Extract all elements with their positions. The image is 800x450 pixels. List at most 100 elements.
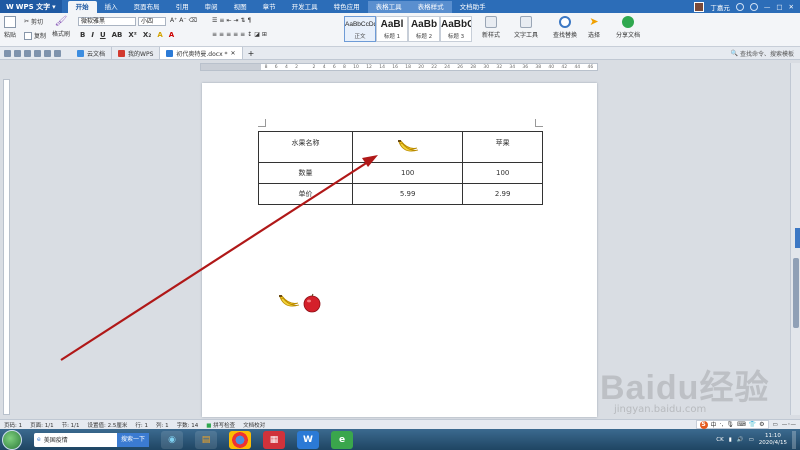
save-icon[interactable] xyxy=(14,49,21,57)
distributed-icon[interactable]: ≡ xyxy=(240,31,245,38)
status-word-count[interactable]: 字数: 14 xyxy=(177,421,199,429)
clear-format-icon[interactable]: ⌫ xyxy=(189,17,197,24)
format-painter-button[interactable]: 🖌 格式刷 xyxy=(52,16,70,38)
tab-0[interactable]: 云文档 xyxy=(71,47,113,59)
style-3[interactable]: AaBbC 标题 3 xyxy=(440,16,472,42)
skin-icon[interactable]: 👕 xyxy=(749,421,756,428)
table-cell[interactable]: 100 xyxy=(351,162,464,184)
help-icon[interactable] xyxy=(749,2,758,11)
menu-item-5[interactable]: 视图 xyxy=(226,1,255,13)
banana-cell[interactable] xyxy=(351,131,464,163)
menu-item-2[interactable]: 页面布局 xyxy=(126,1,168,13)
print-icon[interactable] xyxy=(24,49,31,57)
clock[interactable]: 11:10 2020/4/15 xyxy=(759,433,787,447)
menu-item-0[interactable]: 开始 xyxy=(67,1,97,13)
battery-icon[interactable]: ▭ xyxy=(749,437,754,443)
tab-2[interactable]: 初代奥特曼.docx * ✕ xyxy=(160,47,243,59)
view-mode-icon[interactable]: ▭ xyxy=(773,422,778,428)
zoom-slider[interactable]: —◦— xyxy=(782,422,796,428)
menu-item-11[interactable]: 文档助手 xyxy=(452,1,494,13)
menu-item-1[interactable]: 插入 xyxy=(97,1,126,13)
table-cell[interactable]: 2.99 xyxy=(462,183,543,205)
style-2[interactable]: AaBb 标题 2 xyxy=(408,16,440,42)
start-button[interactable] xyxy=(2,429,22,450)
document-page[interactable]: 水果名称 苹果 数量 100 100 单价 5.99 2.99 xyxy=(202,83,597,417)
ime-mode[interactable]: 中 xyxy=(711,420,717,429)
copy-button[interactable]: 复制 xyxy=(24,31,46,40)
media-taskbar-icon[interactable]: ▦ xyxy=(263,430,285,449)
show-desktop-button[interactable] xyxy=(792,430,796,449)
skin-icon[interactable] xyxy=(735,2,744,11)
user-name[interactable]: 丁嘉元 xyxy=(710,2,730,12)
font-size-select[interactable]: 小四 xyxy=(138,17,166,26)
menu-item-9[interactable]: 表格工具 xyxy=(367,1,410,13)
align-left-icon[interactable]: ≡ xyxy=(212,31,217,38)
ie-taskbar-icon[interactable]: e xyxy=(331,430,353,449)
style-1[interactable]: AaBl 标题 1 xyxy=(376,16,408,42)
explorer-taskbar-icon[interactable]: ◉ xyxy=(161,430,183,449)
horizontal-ruler[interactable]: 8 6 4 2 2 4 6 8 10 12 14 16 18 20 22 24 26 28 30 32 34 36 38 40… xyxy=(200,63,598,71)
redo-icon[interactable] xyxy=(54,49,61,57)
find-replace-button[interactable]: 查找替换 xyxy=(553,16,577,39)
vertical-ruler[interactable] xyxy=(3,79,10,415)
fruit-table[interactable]: 水果名称 苹果 数量 100 100 单价 5.99 2.99 xyxy=(258,131,543,205)
banana-icon[interactable] xyxy=(278,293,300,309)
table-cell[interactable]: 100 xyxy=(462,162,543,184)
chrome-taskbar-icon[interactable] xyxy=(229,430,251,449)
show-marks-icon[interactable]: ¶ xyxy=(248,17,252,24)
menu-item-7[interactable]: 开发工具 xyxy=(284,1,326,13)
punctuation-icon[interactable]: ·, xyxy=(720,421,724,428)
menu-item-4[interactable]: 审阅 xyxy=(197,1,226,13)
underline-button[interactable]: U xyxy=(98,31,108,39)
grow-font-icon[interactable]: A⁺ xyxy=(170,17,177,24)
indent-increase-icon[interactable]: ⇥ xyxy=(233,17,238,24)
bold-button[interactable]: B xyxy=(78,31,87,39)
highlight-button[interactable]: A xyxy=(155,31,164,39)
preview-icon[interactable] xyxy=(34,49,41,57)
menu-item-10[interactable]: 表格样式 xyxy=(409,1,452,13)
align-right-icon[interactable]: ≡ xyxy=(226,31,231,38)
align-center-icon[interactable]: ≡ xyxy=(219,31,224,38)
tools-icon[interactable]: ⚙ xyxy=(759,421,764,428)
tray-label[interactable]: CK xyxy=(716,437,723,443)
table-header-cell[interactable]: 苹果 xyxy=(462,131,543,163)
volume-icon[interactable]: 🔊 xyxy=(737,437,744,443)
folder-taskbar-icon[interactable]: ▤ xyxy=(195,430,217,449)
maximize-icon[interactable]: □ xyxy=(776,3,782,11)
bullet-list-icon[interactable]: ☰ xyxy=(212,17,217,24)
scrollbar-thumb[interactable] xyxy=(793,258,799,328)
tab-1[interactable]: 我的WPS xyxy=(112,47,161,59)
select-button[interactable]: ➤ 选择 xyxy=(588,16,600,40)
style-0[interactable]: AaBbCcDd 正文 xyxy=(344,16,376,42)
mic-icon[interactable]: 🎙 xyxy=(726,421,734,428)
new-style-button[interactable]: 新样式 xyxy=(482,16,500,39)
doc-check[interactable]: 文档校对 xyxy=(243,421,265,429)
menu-item-8[interactable]: 特色应用 xyxy=(326,1,368,13)
table-cell[interactable]: 数量 xyxy=(258,162,353,184)
subscript-button[interactable]: X₂ xyxy=(141,31,153,39)
side-panel-toggle[interactable] xyxy=(795,228,800,248)
taskbar-search-button[interactable]: 搜索一下 xyxy=(116,432,149,447)
text-tools-button[interactable]: 文字工具 xyxy=(514,16,538,39)
network-icon[interactable]: ▮ xyxy=(729,437,732,443)
status-pages[interactable]: 页面: 1/1 xyxy=(30,421,53,429)
strikethrough-button[interactable]: AB xyxy=(110,31,125,39)
share-button[interactable]: 分享文档 xyxy=(616,16,640,39)
paste-button[interactable]: 粘贴 xyxy=(4,16,16,39)
undo-icon[interactable] xyxy=(44,49,51,57)
shading-icon[interactable]: ◪ xyxy=(254,31,260,38)
justify-icon[interactable]: ≡ xyxy=(233,31,238,38)
cut-button[interactable]: ✂ 剪切 xyxy=(24,17,43,26)
numbered-list-icon[interactable]: ≡ xyxy=(219,17,224,24)
menu-item-6[interactable]: 章节 xyxy=(255,1,284,13)
shrink-font-icon[interactable]: A⁻ xyxy=(179,17,186,24)
open-icon[interactable] xyxy=(4,49,11,57)
indent-decrease-icon[interactable]: ⇤ xyxy=(226,17,231,24)
font-name-select[interactable]: 微软雅黑 xyxy=(78,17,136,26)
spell-check[interactable]: ■ 拼写检查 xyxy=(206,421,235,429)
menu-item-3[interactable]: 引用 xyxy=(168,1,197,13)
taskbar-search-text[interactable]: 美国疫情 xyxy=(41,435,117,444)
keyboard-icon[interactable]: ⌨ xyxy=(737,421,746,428)
apple-icon[interactable] xyxy=(302,293,322,313)
new-tab-icon[interactable]: + xyxy=(243,49,260,58)
